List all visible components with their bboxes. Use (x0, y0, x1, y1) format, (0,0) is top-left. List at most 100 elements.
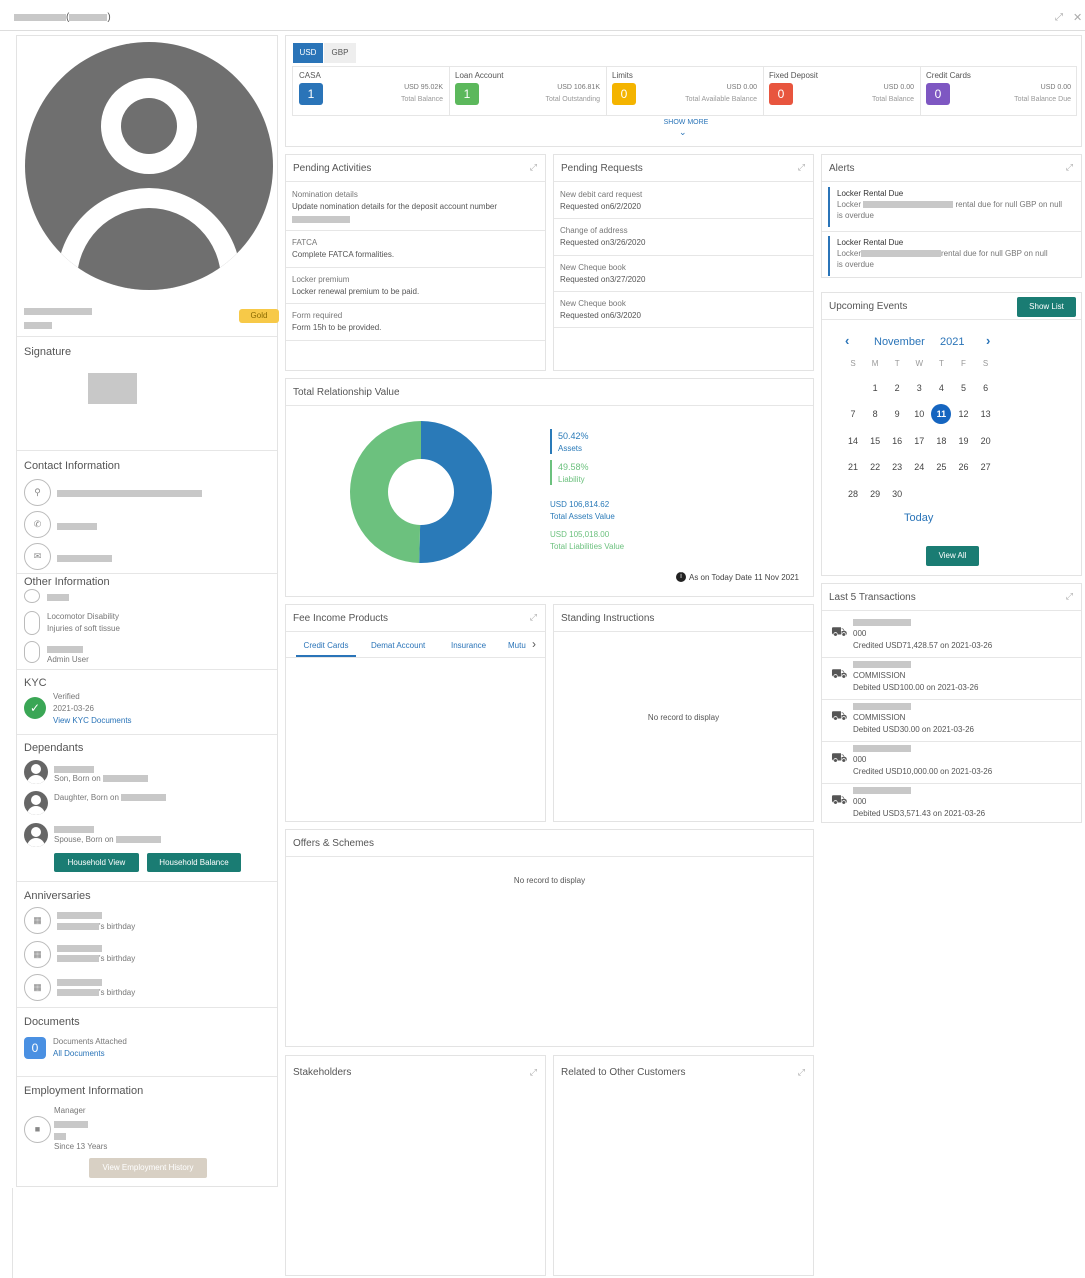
transaction-detail: Debited USD3,571.43 on 2021-03-26 (853, 809, 986, 818)
calendar-day[interactable]: 22 (865, 462, 885, 472)
calendar-day[interactable]: 28 (843, 489, 863, 499)
account-card-fixed-deposit[interactable]: Fixed Deposit 0 USD 0.00 Total Balance (763, 66, 920, 116)
expand-icon[interactable]: ⤢ (798, 1067, 805, 1078)
calendar-day[interactable]: 11 (931, 404, 952, 424)
show-more-link[interactable]: SHOW MORE (646, 119, 726, 126)
activity-desc: Form 15h to be provided. (292, 323, 382, 332)
transaction-icon: ⛟ (831, 666, 848, 681)
calendar-day[interactable]: 8 (865, 409, 885, 419)
all-documents-link[interactable]: All Documents (53, 1049, 105, 1058)
email-icon: ✉ (24, 543, 51, 570)
calendar-day[interactable]: 23 (887, 462, 907, 472)
calendar-day[interactable]: 16 (887, 436, 907, 446)
expand-icon[interactable]: ⤢ (530, 1067, 537, 1078)
card-amount: USD 0.00 (1040, 84, 1071, 91)
standing-instructions-panel: Standing Instructions No record to displ… (553, 604, 814, 822)
donut-slice-assets[interactable] (419, 421, 493, 563)
calendar-month[interactable]: November (874, 336, 925, 348)
calendar-day[interactable]: 2 (887, 383, 907, 393)
calendar-day[interactable]: 19 (954, 436, 974, 446)
calendar-day[interactable]: 30 (887, 489, 907, 499)
calendar-year[interactable]: 2021 (940, 336, 964, 348)
pending-requests-panel: Pending Requests ⤢ New debit card reques… (553, 154, 814, 371)
as-on-date: As on Today Date 11 Nov 2021 (689, 573, 799, 582)
expand-icon[interactable]: ⤢ (1066, 162, 1073, 173)
birthday-label: 's birthday (99, 954, 136, 963)
alert-text: rental due for null GBP on null (955, 200, 1063, 209)
tab-usd[interactable]: USD (293, 43, 323, 63)
panel-title: Standing Instructions (554, 605, 813, 632)
expand-icon[interactable]: ⤢ (530, 612, 537, 623)
alert-item[interactable]: Locker Rental Due Locker rental due for … (828, 187, 1076, 227)
expand-icon[interactable]: ⤢ (1066, 591, 1073, 602)
account-card-casa[interactable]: CASA 1 USD 95.02K Total Balance (292, 66, 449, 116)
weekday-label: M (871, 359, 879, 368)
household-balance-button[interactable]: Household Balance (147, 853, 241, 872)
check-icon: ✓ (24, 697, 46, 719)
chevron-right-icon[interactable]: › (986, 333, 990, 348)
view-kyc-link[interactable]: View KYC Documents (53, 716, 132, 725)
account-card-loan[interactable]: Loan Account 1 USD 106.81K Total Outstan… (449, 66, 606, 116)
calendar-day[interactable]: 29 (865, 489, 885, 499)
calendar-day[interactable]: 10 (909, 409, 929, 419)
calendar-day[interactable]: 9 (887, 409, 907, 419)
calendar-day[interactable]: 27 (976, 462, 996, 472)
chevron-down-icon[interactable]: ⌄ (679, 127, 687, 138)
user-icon (24, 791, 48, 815)
expand-icon[interactable]: ⤢ (530, 162, 537, 173)
calendar-day[interactable]: 7 (843, 409, 863, 419)
calendar-day[interactable]: 12 (954, 409, 974, 419)
calendar-day[interactable]: 14 (843, 436, 863, 446)
calendar-day[interactable]: 3 (909, 383, 929, 393)
panel-title: Pending Activities (286, 155, 545, 182)
card-name: Loan Account (455, 71, 504, 80)
calendar-day[interactable]: 17 (909, 436, 929, 446)
account-card-limits[interactable]: Limits 0 USD 0.00 Total Available Balanc… (606, 66, 763, 116)
other-info-title: Other Information (24, 576, 110, 588)
tab-credit-cards[interactable]: Credit Cards (296, 641, 356, 657)
panel-title: Alerts (822, 155, 1081, 182)
expand-icon[interactable]: ⤢ (1055, 12, 1063, 23)
view-employment-history-button[interactable]: View Employment History (89, 1158, 207, 1178)
tab-insurance[interactable]: Insurance (451, 641, 486, 650)
card-count: 1 (455, 83, 479, 105)
calendar-day[interactable]: 4 (931, 383, 951, 393)
activity-desc: Complete FATCA formalities. (292, 250, 395, 259)
documents-title: Documents (24, 1016, 80, 1028)
calendar-day[interactable]: 25 (931, 462, 951, 472)
tab-mutual[interactable]: Mutu (508, 641, 526, 650)
calendar-day[interactable]: 18 (931, 436, 951, 446)
birthday-label: 's birthday (99, 922, 136, 931)
chevron-right-icon[interactable]: › (532, 637, 536, 651)
calendar-day[interactable]: 13 (976, 409, 996, 419)
close-icon[interactable]: ✕ (1073, 11, 1082, 24)
calendar-day[interactable]: 6 (976, 383, 996, 393)
liability-percent: 49.58% (558, 462, 589, 472)
weekday-label: W (915, 359, 924, 368)
donut-slice-liability[interactable] (350, 421, 421, 563)
chevron-left-icon[interactable]: ‹ (845, 333, 849, 348)
calendar-day[interactable]: 1 (865, 383, 885, 393)
calendar-day[interactable]: 5 (954, 383, 974, 393)
calendar-day[interactable]: 26 (954, 462, 974, 472)
tab-demat-account[interactable]: Demat Account (371, 641, 425, 650)
account-card-credit-cards[interactable]: Credit Cards 0 USD 0.00 Total Balance Du… (920, 66, 1077, 116)
today-link[interactable]: Today (904, 512, 933, 524)
request-date: Requested on6/3/2020 (560, 311, 641, 320)
expand-icon[interactable]: ⤢ (798, 162, 805, 173)
kyc-date: 2021-03-26 (53, 704, 94, 713)
calendar-day[interactable]: 20 (976, 436, 996, 446)
tab-gbp[interactable]: GBP (324, 43, 356, 63)
calendar-day[interactable]: 21 (843, 462, 863, 472)
activity-desc: Update nomination details for the deposi… (292, 202, 498, 211)
account-summary-panel: USD GBP CASA 1 USD 95.02K Total Balance … (285, 35, 1082, 147)
show-list-button[interactable]: Show List (1017, 297, 1076, 317)
liability-label: Liability (558, 475, 585, 484)
alert-title: Locker Rental Due (837, 238, 904, 247)
calendar-day[interactable]: 24 (909, 462, 929, 472)
dependant-relation: Son, Born on (54, 774, 101, 783)
household-view-button[interactable]: Household View (54, 853, 139, 872)
calendar-day[interactable]: 15 (865, 436, 885, 446)
alert-item[interactable]: Locker Rental Due Locker rental due for n… (828, 236, 1076, 276)
view-all-button[interactable]: View All (926, 546, 979, 566)
